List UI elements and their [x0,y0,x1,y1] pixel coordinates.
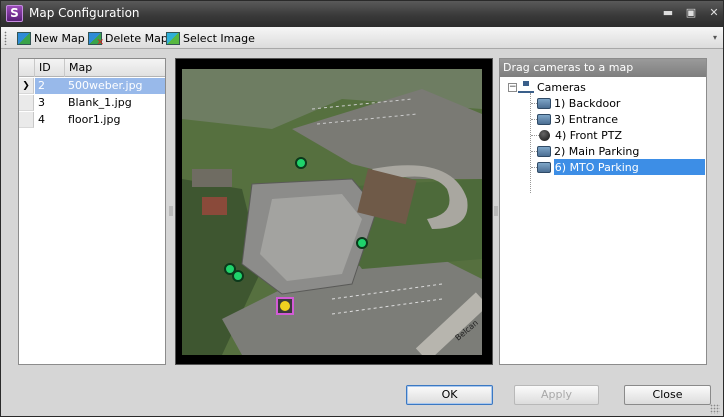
tree-item-cameras[interactable]: Cameras [518,79,586,95]
tree-item-camera[interactable]: 1) Backdoor [537,95,624,111]
delete-map-button[interactable]: Delete Map [88,30,168,48]
select-image-icon [166,31,180,45]
selected-camera-marker-icon[interactable] [276,297,294,315]
current-row-marker-icon[interactable]: ❯ [19,78,34,94]
row-indicator-header [19,59,35,77]
table-row[interactable]: ❯ 2 500weber.jpg [19,78,165,94]
camera-marker-icon[interactable] [232,270,244,282]
map-view-panel[interactable]: Belcan [175,58,493,365]
close-window-button[interactable]: ✕ [705,5,723,21]
tree-item-label: 4) Front PTZ [555,128,622,142]
row-indicator[interactable] [19,112,34,128]
delete-map-label: Delete Map [105,31,168,45]
tree-item-camera[interactable]: 2) Main Parking [537,143,643,159]
camera-icon [537,145,551,157]
window-title: Map Configuration [29,6,140,20]
tree-item-camera[interactable]: 3) Entrance [537,111,622,127]
tree-item-label: 1) Backdoor [554,96,621,110]
minimize-button[interactable]: ▬ [659,5,677,21]
select-image-label: Select Image [183,31,255,45]
left-splitter-handle[interactable] [169,206,173,216]
maximize-button[interactable]: ▣ [682,5,700,21]
new-map-button[interactable]: New Map [17,30,85,46]
right-splitter-handle[interactable] [494,206,498,216]
tree-item-label: 2) Main Parking [554,144,640,158]
camera-icon [537,97,551,109]
toolbar-overflow-icon[interactable]: ▾ [713,33,717,42]
delete-map-icon [88,31,104,48]
ptz-camera-icon [539,129,550,141]
ptz-marker-dot-icon [280,301,290,311]
new-map-label: New Map [34,31,85,45]
table-row[interactable]: 3 Blank_1.jpg [19,95,165,111]
grid-header: ID Map [19,59,165,77]
camera-marker-icon[interactable] [295,157,307,169]
cell-id: 3 [38,96,45,109]
resize-grip-icon[interactable] [710,404,720,414]
map-image[interactable]: Belcan [182,69,482,355]
cell-id: 2 [38,79,45,92]
column-header-id[interactable]: ID [35,59,65,77]
cell-map: 500weber.jpg [68,79,143,92]
camera-marker-icon[interactable] [356,237,368,249]
camera-icon [537,113,551,125]
camera-tree-panel: Drag cameras to a map − Cameras 1) Backd… [499,58,707,365]
title-bar[interactable]: S Map Configuration ▬ ▣ ✕ [1,1,723,27]
tree-connector [530,93,531,193]
tree-item-camera[interactable]: 6) MTO Parking [537,159,705,175]
new-map-icon [17,31,31,45]
tree-item-label: 6) MTO Parking [553,159,705,175]
select-image-button[interactable]: Select Image [166,30,255,46]
camera-tree-header: Drag cameras to a map [500,59,706,77]
tree-item-label: Cameras [537,80,586,94]
tree-item-label: 3) Entrance [554,112,619,126]
camera-group-icon [518,81,534,93]
close-button[interactable]: Close [624,385,711,405]
column-header-map[interactable]: Map [65,59,165,77]
cell-id: 4 [38,113,45,126]
row-indicator[interactable] [19,95,34,111]
ok-button[interactable]: OK [406,385,493,405]
map-configuration-window: S Map Configuration ▬ ▣ ✕ New Map Delete… [0,0,724,417]
camera-icon [537,161,551,173]
app-logo-icon: S [6,5,23,22]
table-row[interactable]: 4 floor1.jpg [19,112,165,128]
toolbar: New Map Delete Map Select Image ▾ [1,27,723,49]
toolbar-grip-icon[interactable] [4,31,7,45]
map-list-grid[interactable]: ID Map ❯ 2 500weber.jpg 3 Blank_1.jpg 4 … [18,58,166,365]
apply-button[interactable]: Apply [514,385,599,405]
cell-map: Blank_1.jpg [68,96,132,109]
cell-map: floor1.jpg [68,113,121,126]
aerial-map-drawing: Belcan [182,69,482,355]
tree-item-camera[interactable]: 4) Front PTZ [537,127,626,143]
collapse-icon[interactable]: − [508,83,517,92]
